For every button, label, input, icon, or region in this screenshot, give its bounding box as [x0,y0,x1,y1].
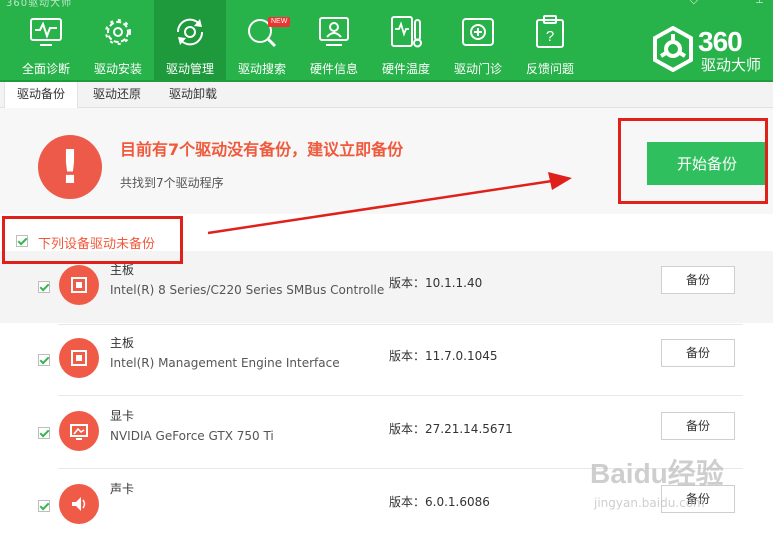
watermark: Baidu经验 jingyan.baidu.com [590,452,724,510]
watermark-text: Baidu经验 [590,458,724,489]
watermark-url: jingyan.baidu.com [594,496,705,510]
